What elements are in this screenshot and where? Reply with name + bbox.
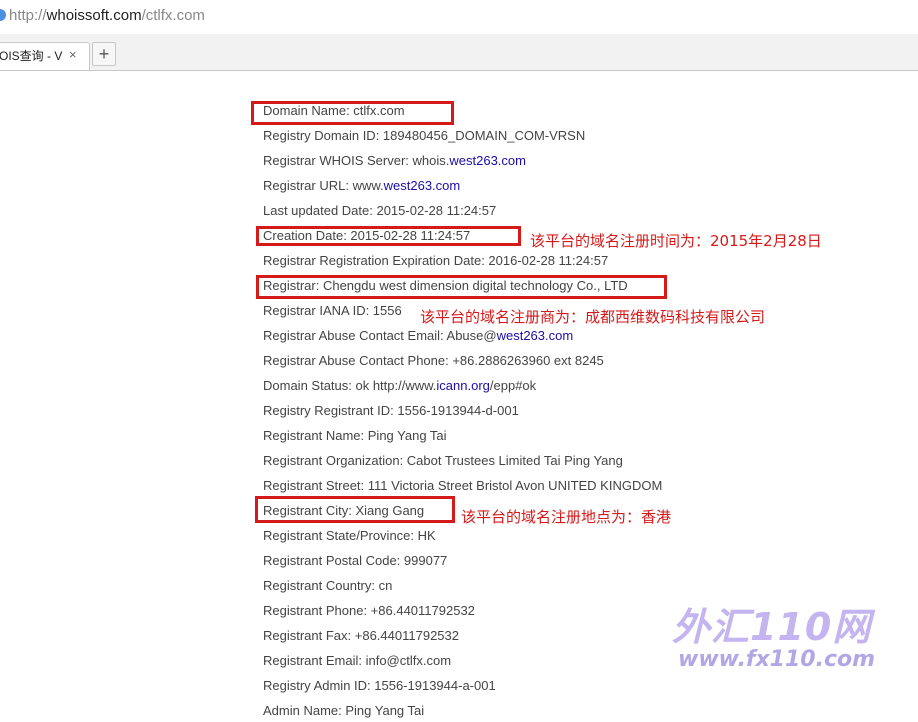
page-info-icon[interactable]: [0, 9, 6, 21]
whois-line-fax: Registrant Fax: +86.44011792532: [263, 628, 459, 643]
url-path: /ctlfx.com: [141, 7, 205, 24]
whois-line-abuse-phone: Registrar Abuse Contact Phone: +86.28862…: [263, 353, 604, 368]
whois-line-text: Registrar Abuse Contact Email: Abuse@: [263, 328, 497, 343]
whois-line-registrant-street: Registrant Street: 111 Victoria Street B…: [263, 478, 663, 493]
close-icon[interactable]: ×: [69, 47, 77, 63]
annotation-creation-date: 该平台的域名注册时间为：2015年2月28日: [530, 232, 822, 250]
west263-link[interactable]: west263.com: [384, 178, 461, 193]
annotation-registrant-city: 该平台的域名注册地点为：香港: [461, 508, 672, 526]
whois-line-phone: Registrant Phone: +86.44011792532: [263, 603, 475, 618]
whois-line-postal-code: Registrant Postal Code: 999077: [263, 553, 448, 568]
highlight-box-registrar: [256, 275, 667, 299]
tab-whois[interactable]: OIS查询 - V ×: [0, 42, 90, 70]
whois-line-domain-status: Domain Status: ok http://www.icann.org/e…: [263, 378, 536, 393]
annotation-registrar: 该平台的域名注册商为：成都西维数码科技有限公司: [420, 308, 766, 326]
west263-link[interactable]: west263.com: [497, 328, 574, 343]
new-tab-button[interactable]: +: [92, 42, 116, 66]
whois-line-last-updated: Last updated Date: 2015-02-28 11:24:57: [263, 203, 497, 218]
whois-line-registrant-name: Registrant Name: Ping Yang Tai: [263, 428, 447, 443]
highlight-box-creation-date: [256, 226, 521, 246]
whois-line-registrar-url: Registrar URL: www.west263.com: [263, 178, 460, 193]
whois-line-admin-name: Admin Name: Ping Yang Tai: [263, 703, 425, 718]
url-host: whoissoft.com: [46, 7, 142, 24]
whois-line-text: Domain Status: ok http://www.: [263, 378, 437, 393]
watermark-logo: 外汇110网: [672, 605, 872, 649]
icann-link[interactable]: icann.org: [436, 378, 489, 393]
whois-line-country: Registrant Country: cn: [263, 578, 393, 593]
whois-line-admin-id: Registry Admin ID: 1556-1913944-a-001: [263, 678, 496, 693]
west263-link[interactable]: west263.com: [449, 153, 526, 168]
whois-line-text-after: /epp#ok: [489, 378, 537, 393]
tab-title: OIS查询 - V: [0, 49, 63, 63]
tab-strip: OIS查询 - V × +: [0, 34, 918, 71]
address-bar[interactable]: http://whoissoft.com/ctlfx.com: [0, 0, 918, 35]
whois-line-text: Registrar URL: www.: [263, 178, 384, 193]
whois-line-text: Registrar WHOIS Server: whois.: [263, 153, 450, 168]
whois-line-email: Registrant Email: info@ctlfx.com: [263, 653, 452, 668]
whois-line-registrant-id: Registry Registrant ID: 1556-1913944-d-0…: [263, 403, 519, 418]
whois-line-iana-id: Registrar IANA ID: 1556: [263, 303, 402, 318]
url-text[interactable]: http://whoissoft.com/ctlfx.com: [9, 7, 205, 25]
highlight-box-domain-name: [251, 101, 454, 125]
whois-line-registrant-org: Registrant Organization: Cabot Trustees …: [263, 453, 623, 468]
whois-line-abuse-email: Registrar Abuse Contact Email: Abuse@wes…: [263, 328, 573, 343]
highlight-box-registrant-city: [255, 496, 455, 523]
whois-line-whois-server: Registrar WHOIS Server: whois.west263.co…: [263, 153, 526, 168]
whois-line-registrant-state: Registrant State/Province: HK: [263, 528, 436, 543]
whois-line-expiration-date: Registrar Registration Expiration Date: …: [263, 253, 609, 268]
url-scheme: http://: [9, 7, 47, 24]
watermark-url: www.fx110.com: [678, 647, 876, 672]
whois-line-registry-domain-id: Registry Domain ID: 189480456_DOMAIN_COM…: [263, 128, 586, 143]
